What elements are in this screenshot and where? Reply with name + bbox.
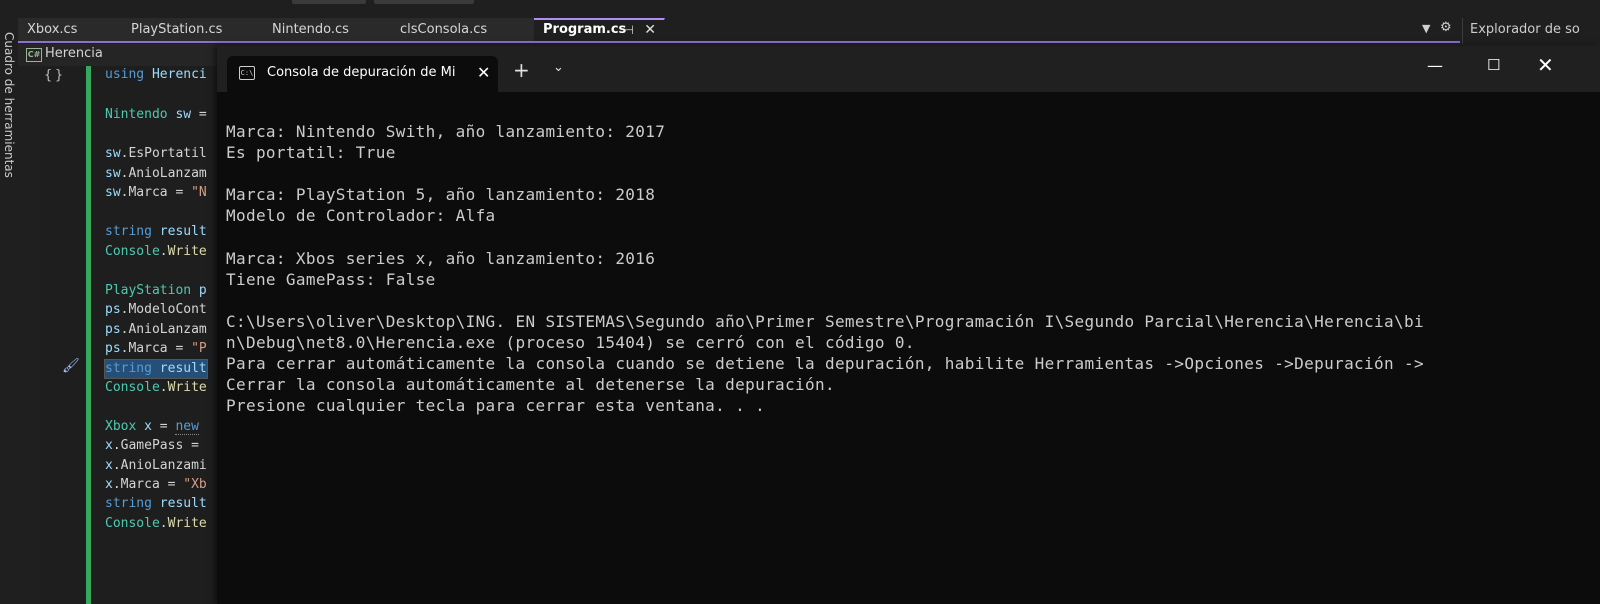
chevron-down-icon[interactable]: ⌄: [553, 60, 564, 75]
tab-clsconsola-cs[interactable]: clsConsola.cs: [391, 18, 535, 41]
solution-explorer-title: Explorador de so: [1470, 22, 1580, 37]
maximize-button[interactable]: ☐: [1487, 56, 1500, 74]
console-title-bar[interactable]: C:\ Consola de depuración de Mi ✕ + ⌄ — …: [217, 46, 1600, 92]
code-line: PlayStation p: [105, 283, 207, 298]
code-line: string result: [105, 224, 207, 239]
code-line: string result: [105, 496, 207, 511]
console-line: Marca: Xbos series x, año lanzamiento: 2…: [226, 249, 656, 268]
tab-program-cs[interactable]: Program.cs ⊣ ✕: [534, 18, 665, 41]
code-line: Xbox x = new: [105, 419, 199, 435]
debug-console-window[interactable]: C:\ Consola de depuración de Mi ✕ + ⌄ — …: [217, 46, 1600, 604]
code-line: x.GamePass =: [105, 438, 199, 453]
console-tab[interactable]: C:\ Consola de depuración de Mi ✕: [227, 56, 498, 92]
tab-playstation-cs[interactable]: PlayStation.cs: [122, 18, 267, 41]
console-line: Para cerrar automáticamente la consola c…: [226, 354, 1424, 373]
toolbar-chip: [374, 0, 474, 4]
pin-icon[interactable]: ⊣: [624, 20, 634, 40]
toolbox-rail[interactable]: Cuadro de herramientas: [0, 18, 19, 604]
project-dropdown[interactable]: Herencia: [45, 46, 103, 61]
code-line: Console.Write: [105, 516, 207, 531]
tab-label: Nintendo.cs: [272, 22, 349, 37]
tab-list-dropdown-icon[interactable]: ▼: [1422, 22, 1434, 35]
tab-label: Program.cs: [543, 22, 627, 37]
tab-label: PlayStation.cs: [131, 22, 223, 37]
toolbox-label[interactable]: Cuadro de herramientas: [2, 32, 16, 178]
console-line: Tiene GamePass: False: [226, 270, 436, 289]
code-line: ps.AnioLanzam: [105, 322, 207, 337]
solution-explorer-panel[interactable]: Explorador de so: [1462, 18, 1600, 45]
console-line: C:\Users\oliver\Desktop\ING. EN SISTEMAS…: [226, 312, 1424, 331]
gear-icon[interactable]: ⚙: [1440, 20, 1454, 35]
code-line: Console.Write: [105, 244, 207, 259]
tab-label: Xbox.cs: [27, 22, 78, 37]
editor-tab-bar: Xbox.cs PlayStation.cs Nintendo.cs clsCo…: [18, 18, 1460, 41]
minimize-button[interactable]: —: [1427, 56, 1443, 75]
code-line: Console.Write: [105, 380, 207, 395]
code-line-selected: string result: [104, 359, 208, 379]
console-line: Presione cualquier tecla para cerrar est…: [226, 396, 766, 415]
code-line: ps.Marca = "P: [105, 341, 207, 356]
console-tab-title: Consola de depuración de Mi: [267, 65, 456, 80]
console-line: Es portatil: True: [226, 143, 396, 162]
console-line: n\Debug\net8.0\Herencia.exe (proceso 154…: [226, 333, 915, 352]
console-output[interactable]: Marca: Nintendo Swith, año lanzamiento: …: [217, 92, 1600, 604]
new-tab-button[interactable]: +: [513, 60, 530, 80]
code-line: x.Marca = "Xb: [105, 477, 207, 492]
code-line: using Herenci: [105, 67, 207, 82]
tab-xbox-cs[interactable]: Xbox.cs: [18, 18, 126, 41]
active-tab-underline: [18, 41, 1460, 43]
toolbar-chip: [292, 0, 366, 4]
console-line: Cerrar la consola automáticamente al det…: [226, 375, 835, 394]
tab-nintendo-cs[interactable]: Nintendo.cs: [263, 18, 395, 41]
code-line: ps.ModeloCont: [105, 302, 207, 317]
csharp-project-icon: C#: [26, 48, 42, 62]
editor-gutter: [18, 66, 40, 604]
editor-margin: { } 🖌: [40, 66, 88, 604]
console-line: Marca: Nintendo Swith, año lanzamiento: …: [226, 122, 666, 141]
tab-label: clsConsola.cs: [400, 22, 488, 37]
terminal-icon: C:\: [239, 66, 255, 80]
console-line: Modelo de Controlador: Alfa: [226, 206, 496, 225]
code-editor[interactable]: using Herenci Nintendo sw = sw.EsPortati…: [91, 66, 221, 604]
code-line: sw.Marca = "N: [105, 185, 207, 200]
edit-brush-icon[interactable]: 🖌: [62, 358, 80, 374]
window-close-button[interactable]: ✕: [1537, 53, 1554, 77]
close-icon[interactable]: ✕: [644, 20, 656, 40]
code-line: x.AnioLanzami: [105, 458, 207, 473]
code-line: Nintendo sw =: [105, 107, 207, 122]
code-line: sw.EsPortatil: [105, 146, 207, 161]
close-tab-icon[interactable]: ✕: [477, 63, 490, 82]
console-line: Marca: PlayStation 5, año lanzamiento: 2…: [226, 185, 656, 204]
code-line: sw.AnioLanzam: [105, 166, 207, 181]
namespace-braces-icon: { }: [44, 68, 64, 83]
title-strip: [0, 0, 1600, 18]
